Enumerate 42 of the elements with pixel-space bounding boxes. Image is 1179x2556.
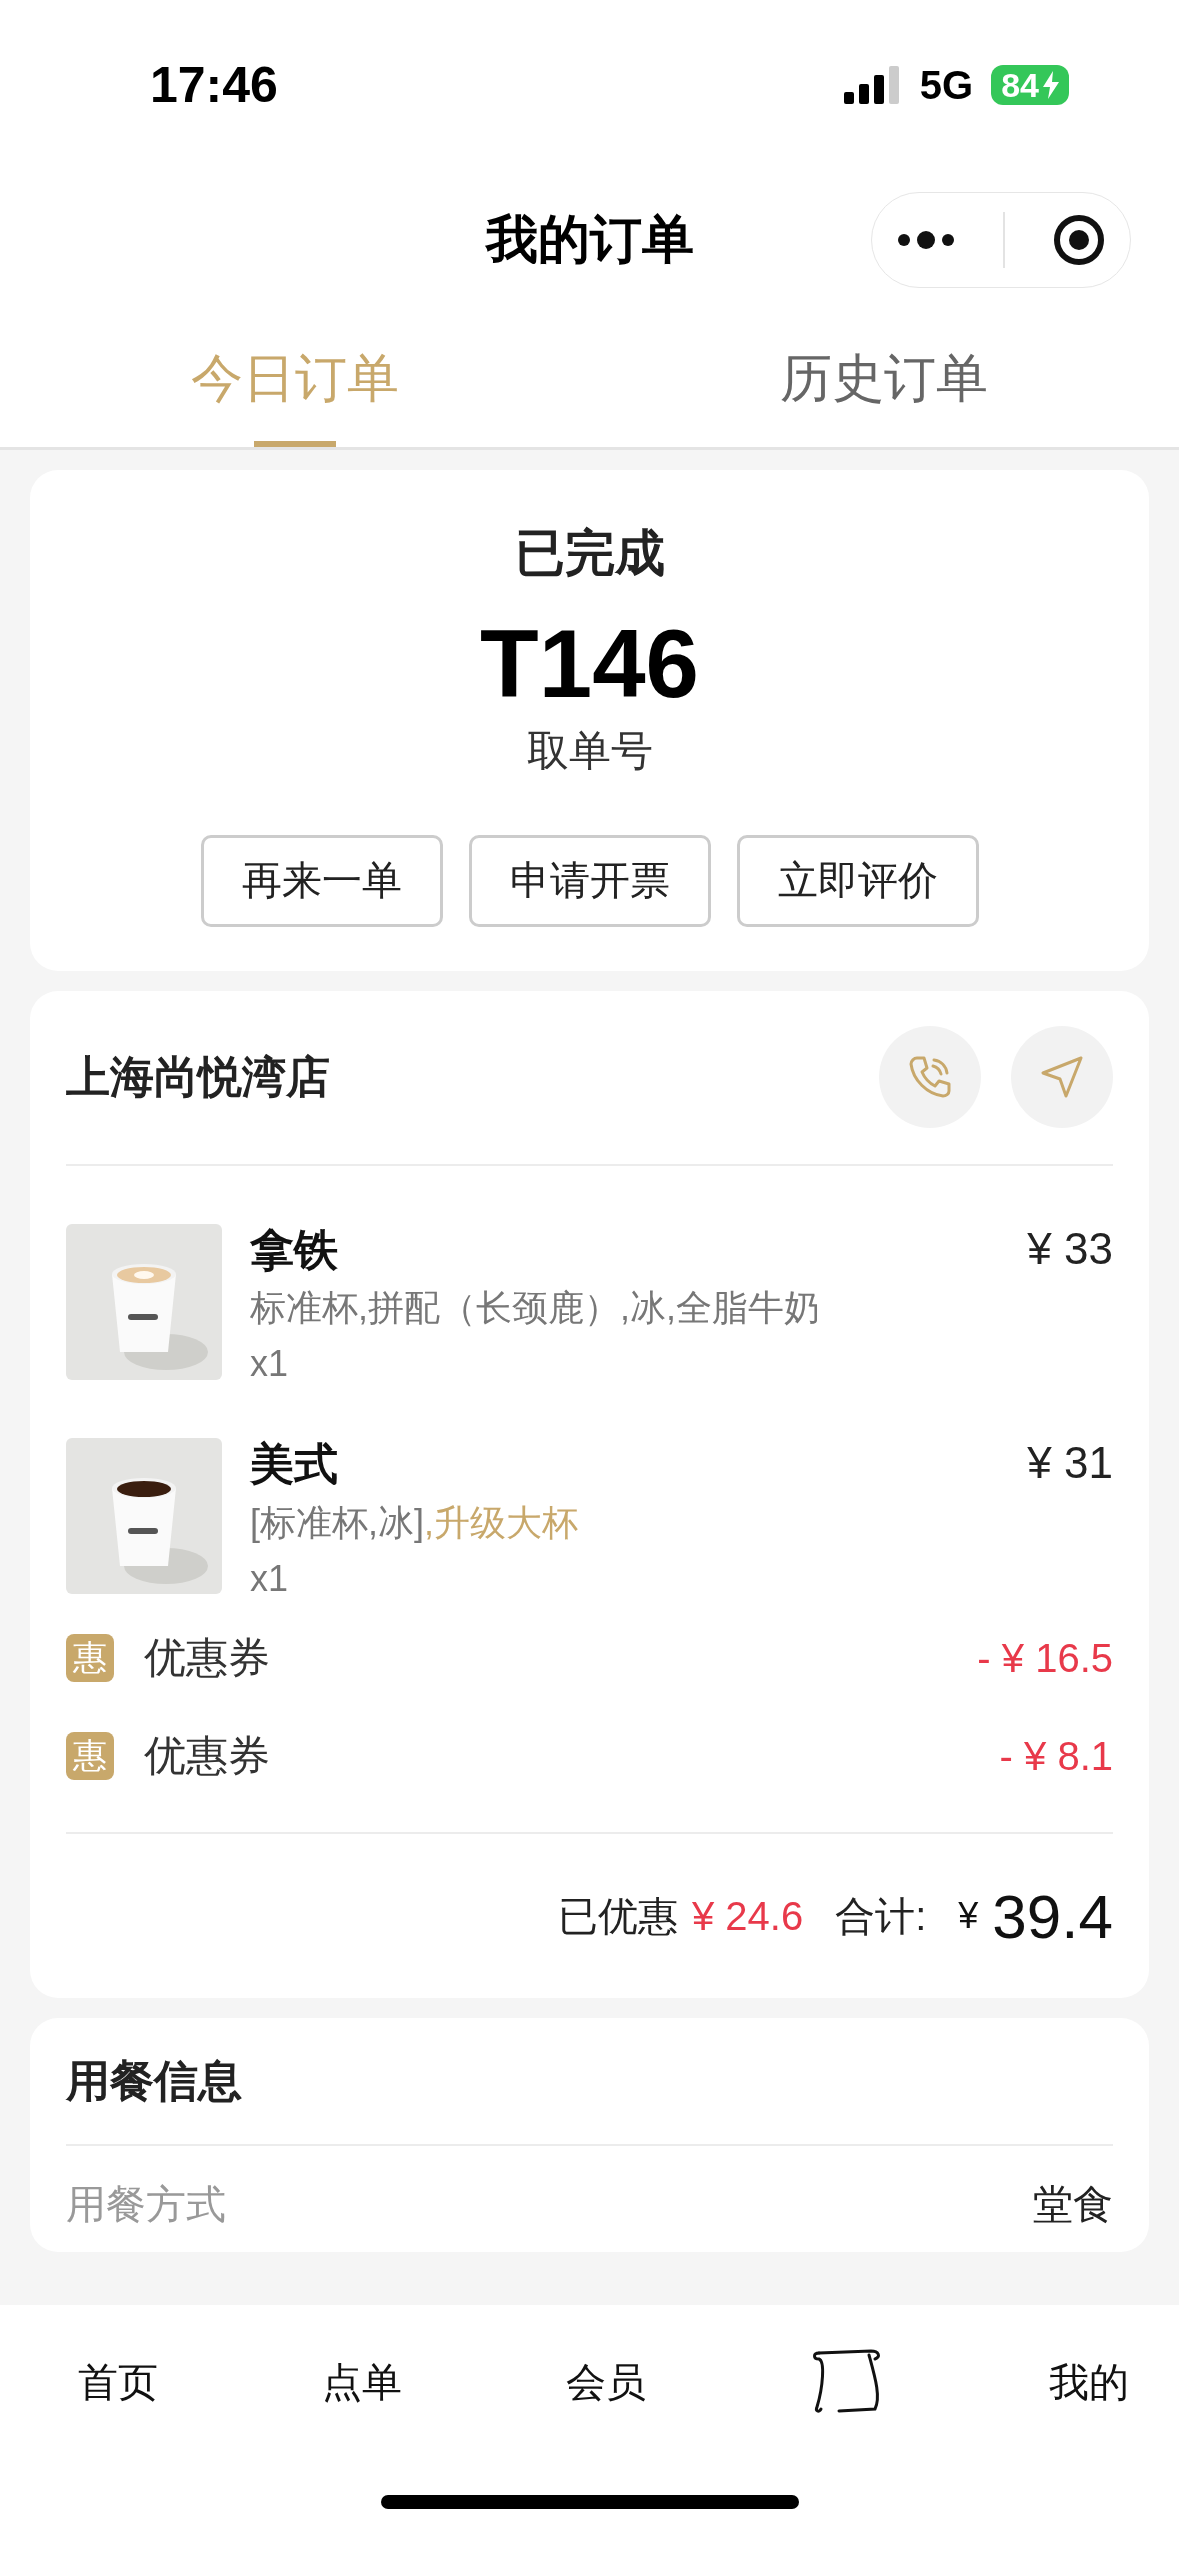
status-time: 17:46 <box>150 56 278 114</box>
discount-label: 优惠券 <box>144 1731 271 1782</box>
total-label: 合计: <box>835 1892 927 1940</box>
item-price: ¥ 33 <box>1027 1223 1113 1274</box>
page-title: 我的订单 <box>485 209 694 270</box>
saved-amount: ¥ 24.6 <box>691 1893 804 1939</box>
store-name: 上海尚悦湾店 <box>66 1050 330 1103</box>
tab-bar-item[interactable]: 点单 <box>321 2335 402 2430</box>
discount-label: 优惠券 <box>144 1633 271 1684</box>
signal-icon <box>843 66 902 104</box>
tab-bar-item[interactable]: 首页 <box>78 2335 158 2430</box>
item-name: 美式 <box>250 1438 338 1491</box>
info-value: 堂食 <box>1033 2180 1113 2228</box>
order-tab[interactable]: 历史订单 <box>589 310 1179 447</box>
action-button[interactable]: 立即评价 <box>736 834 979 927</box>
discount-amount: - ¥ 8.1 <box>999 1733 1113 1779</box>
saved-label: 已优惠 <box>557 1892 678 1940</box>
action-button[interactable]: 再来一单 <box>200 834 443 927</box>
close-icon[interactable] <box>1052 213 1107 267</box>
pickup-number: T146 <box>480 611 699 717</box>
item-option: ,升级大杯 <box>424 1502 579 1544</box>
action-button[interactable]: 申请开票 <box>468 834 711 927</box>
item-quantity: x1 <box>250 1558 290 1601</box>
currency-symbol: ¥ <box>958 1895 979 1938</box>
order-status: 已完成 <box>514 524 665 583</box>
discount-badge: 惠 <box>66 1634 114 1683</box>
more-icon[interactable] <box>895 230 956 250</box>
tab-bar-item[interactable]: 我的 <box>1049 2335 1129 2430</box>
item-option: 标准杯,拼配（长颈鹿）,冰,全脂牛奶 <box>250 1287 820 1329</box>
item-price: ¥ 31 <box>1027 1438 1113 1489</box>
info-label: 用餐方式 <box>66 2180 226 2228</box>
item-quantity: x1 <box>250 1343 290 1386</box>
item-name: 拿铁 <box>250 1223 338 1276</box>
discount-amount: - ¥ 16.5 <box>977 1635 1113 1681</box>
network-label: 5G <box>919 62 974 108</box>
discount-badge: 惠 <box>66 1732 114 1781</box>
total-amount: 39.4 <box>992 1880 1113 1952</box>
tab-bar-item[interactable]: 会员 <box>565 2335 646 2430</box>
battery-indicator: 84 <box>991 65 1069 105</box>
item-option: [标准杯,冰] <box>250 1502 424 1544</box>
section-title: 用餐信息 <box>66 2054 242 2107</box>
pickup-label: 取单号 <box>526 725 653 776</box>
